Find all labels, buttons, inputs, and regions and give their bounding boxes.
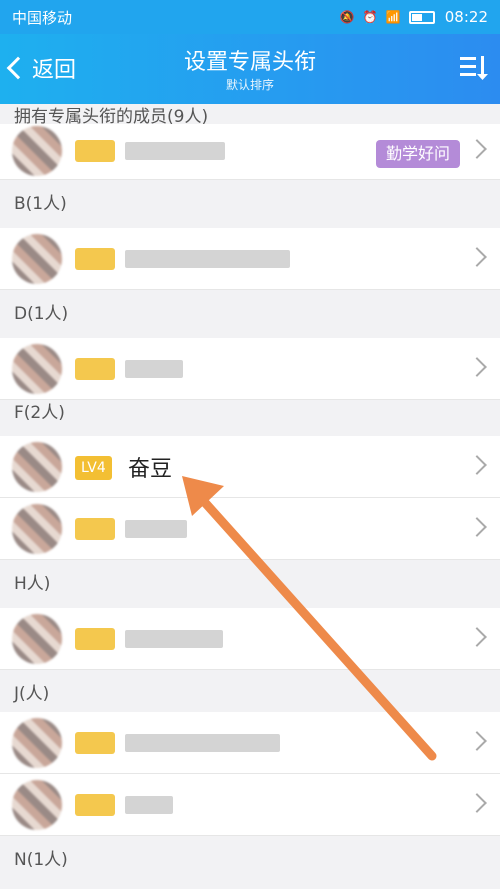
avatar — [12, 234, 62, 284]
member-name — [125, 250, 290, 268]
member-name — [125, 796, 173, 814]
list-item[interactable] — [0, 712, 500, 774]
member-name: 奋豆 — [128, 457, 173, 482]
level-badge — [75, 358, 115, 380]
chevron-right-icon — [467, 731, 487, 751]
status-bar: 中国移动 🔕 ⏰ 📶 08:22 — [0, 0, 500, 34]
member-name — [125, 630, 223, 648]
wifi-icon: 📶 — [385, 10, 401, 24]
title-tag: 勤学好问 — [375, 140, 460, 168]
avatar — [12, 442, 62, 492]
sort-subtitle[interactable]: 默认排序 — [0, 76, 500, 93]
list-item[interactable] — [0, 228, 500, 290]
member-name — [125, 734, 280, 752]
list-item[interactable] — [0, 774, 500, 836]
section-header-n: N(1人) — [0, 836, 500, 889]
list-item-fendou[interactable]: LV4 奋豆 — [0, 436, 500, 498]
section-header-f: F(2人) — [0, 400, 500, 436]
chevron-right-icon — [467, 357, 487, 377]
status-icons: 🔕 ⏰ 📶 — [340, 10, 435, 24]
level-badge — [75, 732, 115, 754]
chevron-right-icon — [467, 247, 487, 267]
battery-icon — [408, 10, 435, 24]
section-header-d: D(1人) — [0, 290, 500, 338]
chevron-right-icon — [467, 455, 487, 475]
member-name — [125, 142, 225, 160]
chevron-right-icon — [467, 793, 487, 813]
carrier-name: 中国移动 — [12, 8, 73, 27]
list-item[interactable] — [0, 608, 500, 670]
level-badge — [75, 518, 115, 540]
avatar — [12, 344, 62, 394]
avatar — [12, 614, 62, 664]
avatar — [12, 504, 62, 554]
member-name — [125, 360, 183, 378]
member-name — [125, 520, 187, 538]
level-badge — [75, 794, 115, 816]
alarm-icon: ⏰ — [362, 10, 378, 24]
chevron-right-icon — [467, 627, 487, 647]
clock: 08:22 — [444, 8, 488, 26]
level-badge — [75, 628, 115, 650]
avatar — [12, 718, 62, 768]
level-badge: LV4 — [75, 456, 112, 480]
level-badge — [75, 248, 115, 270]
section-header-b: B(1人) — [0, 180, 500, 228]
section-header-h: H人) — [0, 560, 500, 608]
list-item[interactable]: 勤学好问 — [0, 124, 500, 180]
nav-bar: 返回 设置专属头衔 默认排序 — [0, 34, 500, 104]
list-item[interactable] — [0, 338, 500, 400]
avatar — [12, 780, 62, 830]
sort-icon[interactable] — [458, 52, 488, 82]
chevron-right-icon — [467, 139, 487, 159]
section-header-j: J(人) — [0, 670, 500, 718]
mute-icon: 🔕 — [339, 10, 355, 24]
page-title: 设置专属头衔 — [183, 50, 316, 75]
level-badge — [75, 140, 115, 162]
list-item[interactable] — [0, 498, 500, 560]
chevron-right-icon — [467, 517, 487, 537]
avatar — [12, 126, 62, 176]
